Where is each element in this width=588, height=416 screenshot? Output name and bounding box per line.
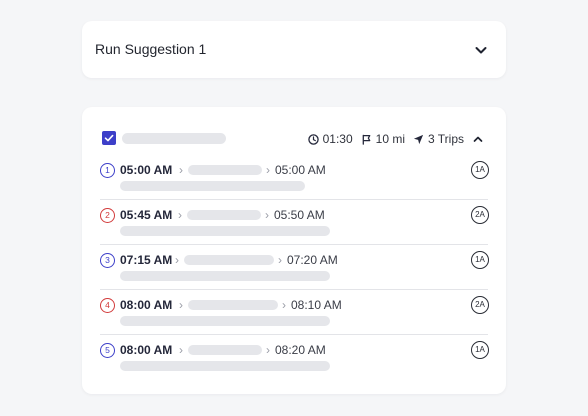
trip-number: 5 (100, 343, 115, 358)
trip-row[interactable]: 2 05:45 AM › › 05:50 AM 2A (82, 200, 506, 245)
navigation-arrow-icon (413, 134, 424, 144)
trip-number: 4 (100, 298, 115, 313)
trips-count: 3 Trips (427, 132, 464, 146)
run-name-placeholder (122, 133, 226, 144)
chevron-right-icon: › (278, 253, 282, 267)
address-placeholder (120, 271, 330, 281)
trip-start-time: 05:45 AM (120, 208, 173, 222)
address-placeholder (120, 226, 330, 236)
flag-icon (362, 134, 370, 145)
run-header: 01:30 10 mi 3 Trips (82, 129, 506, 149)
address-placeholder (120, 181, 305, 191)
duration-value: 01:30 (322, 132, 353, 146)
distance-stat: 10 mi (361, 132, 405, 146)
address-placeholder (120, 361, 330, 371)
trip-end-time: 07:20 AM (287, 253, 338, 267)
trip-row[interactable]: 5 08:00 AM › › 08:20 AM 1A (82, 335, 506, 380)
run-suggestion-title: Run Suggestion 1 (95, 41, 207, 57)
run-stats: 01:30 10 mi 3 Trips (300, 129, 484, 149)
origin-placeholder (188, 300, 278, 310)
trip-number: 1 (100, 163, 115, 178)
origin-placeholder (184, 255, 274, 265)
chevron-right-icon: › (175, 253, 179, 267)
origin-placeholder (187, 210, 261, 220)
run-suggestion-card[interactable]: Run Suggestion 1 (82, 21, 506, 78)
chevron-right-icon: › (179, 163, 183, 177)
trip-start-time: 07:15 AM (120, 253, 173, 267)
vehicle-badge: 1A (471, 251, 489, 269)
trip-row[interactable]: 1 05:00 AM › › 05:00 AM 1A (82, 155, 506, 200)
vehicle-badge: 1A (471, 161, 489, 179)
chevron-right-icon: › (179, 298, 183, 312)
trip-start-time: 08:00 AM (120, 298, 173, 312)
trip-start-time: 05:00 AM (120, 163, 173, 177)
trip-number: 3 (100, 253, 115, 268)
trip-start-time: 08:00 AM (120, 343, 173, 357)
duration-stat: 01:30 (307, 132, 353, 146)
trip-number: 2 (100, 208, 115, 223)
trip-row[interactable]: 4 08:00 AM › › 08:10 AM 2A (82, 290, 506, 335)
vehicle-badge: 2A (471, 206, 489, 224)
chevron-down-icon[interactable] (474, 43, 488, 57)
trip-end-time: 05:00 AM (275, 163, 326, 177)
chevron-right-icon: › (179, 343, 183, 357)
vehicle-badge: 2A (471, 296, 489, 314)
origin-placeholder (188, 345, 262, 355)
run-select-checkbox[interactable] (102, 131, 116, 145)
address-placeholder (120, 316, 330, 326)
distance-value: 10 mi (375, 132, 405, 146)
clock-icon (307, 133, 319, 145)
trip-end-time: 08:10 AM (291, 298, 342, 312)
trip-row[interactable]: 3 07:15 AM › › 07:20 AM 1A (82, 245, 506, 290)
chevron-right-icon: › (282, 298, 286, 312)
run-card: 01:30 10 mi 3 Trips 1 05:00 AM › › 05:00… (82, 107, 506, 394)
origin-placeholder (188, 165, 262, 175)
trips-stat: 3 Trips (413, 132, 464, 146)
check-icon (104, 134, 114, 142)
chevron-right-icon: › (265, 208, 269, 222)
chevron-right-icon: › (266, 343, 270, 357)
collapse-run-toggle[interactable] (472, 133, 484, 145)
chevron-up-icon[interactable] (472, 133, 484, 145)
vehicle-badge: 1A (471, 341, 489, 359)
trip-end-time: 08:20 AM (275, 343, 326, 357)
chevron-right-icon: › (178, 208, 182, 222)
chevron-right-icon: › (266, 163, 270, 177)
trip-end-time: 05:50 AM (274, 208, 325, 222)
